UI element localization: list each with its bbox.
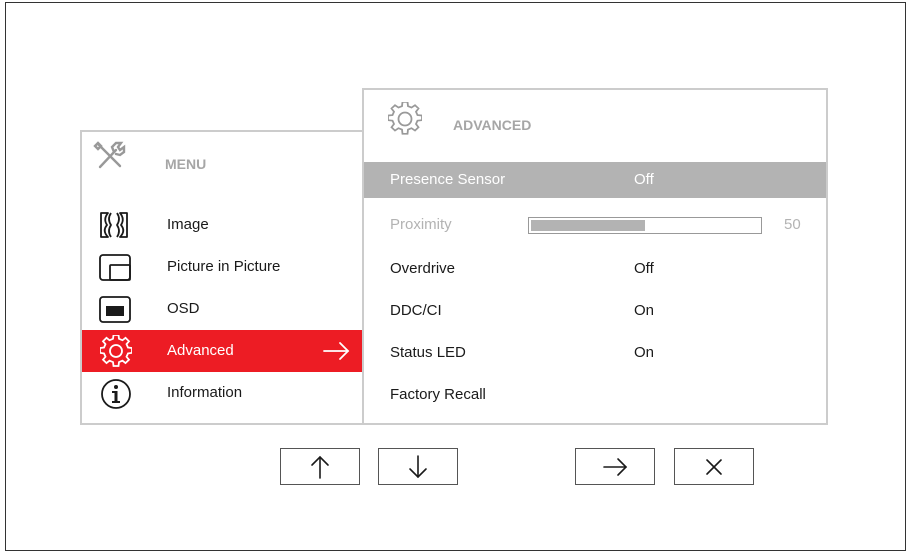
setting-value: Off [634, 260, 654, 277]
menu-item-osd[interactable]: OSD [82, 288, 362, 330]
setting-value: Off [634, 171, 654, 188]
menu-item-label: Image [167, 216, 209, 233]
proximity-slider-fill [531, 220, 645, 231]
tools-icon [93, 141, 126, 169]
gear-icon [100, 335, 132, 367]
arrow-down-icon [409, 454, 427, 478]
setting-label: Presence Sensor [390, 171, 506, 188]
setting-label: Factory Recall [390, 386, 486, 403]
down-button[interactable] [378, 448, 458, 485]
setting-label: Overdrive [390, 260, 456, 277]
setting-label: Proximity [390, 216, 452, 233]
image-icon [100, 212, 128, 238]
menu-item-information[interactable]: Information [82, 372, 362, 414]
menu-item-label: OSD [167, 300, 200, 317]
menu-item-label: Picture in Picture [167, 258, 281, 275]
setting-value: On [634, 302, 655, 319]
picture-in-picture-icon [99, 254, 131, 281]
proximity-value: 50 [784, 216, 801, 233]
info-icon [101, 379, 131, 409]
setting-row-ddc-ci[interactable]: DDC/CI On [364, 293, 826, 329]
setting-label: Status LED [390, 344, 466, 361]
setting-row-factory-recall[interactable]: Factory Recall [364, 377, 826, 413]
setting-row-status-led[interactable]: Status LED On [364, 335, 826, 371]
up-button[interactable] [280, 448, 360, 485]
advanced-submenu-panel: ADVANCED Presence Sensor Off Proximity 5… [362, 88, 828, 425]
menu-item-advanced[interactable]: Advanced [82, 330, 362, 372]
setting-row-presence-sensor[interactable]: Presence Sensor Off [364, 162, 826, 198]
setting-row-proximity[interactable]: Proximity 50 [364, 207, 826, 243]
osd-icon [99, 296, 131, 323]
gear-icon [388, 102, 422, 135]
enter-button[interactable] [575, 448, 655, 485]
proximity-slider[interactable] [528, 217, 762, 234]
close-button[interactable] [674, 448, 754, 485]
main-menu-panel: MENU Image Picture in Picture OSD Advanc… [80, 130, 364, 425]
arrow-right-icon [323, 342, 350, 360]
menu-item-picture-in-picture[interactable]: Picture in Picture [82, 246, 362, 288]
setting-value: On [634, 344, 655, 361]
arrow-up-icon [311, 455, 329, 479]
menu-item-image[interactable]: Image [82, 204, 362, 246]
menu-title: MENU [165, 156, 207, 172]
close-icon [706, 458, 722, 475]
setting-row-overdrive[interactable]: Overdrive Off [364, 251, 826, 287]
arrow-right-icon [603, 457, 628, 476]
menu-item-label: Advanced [167, 342, 234, 359]
advanced-title: ADVANCED [453, 117, 532, 133]
setting-label: DDC/CI [390, 302, 442, 319]
menu-item-label: Information [167, 384, 243, 401]
